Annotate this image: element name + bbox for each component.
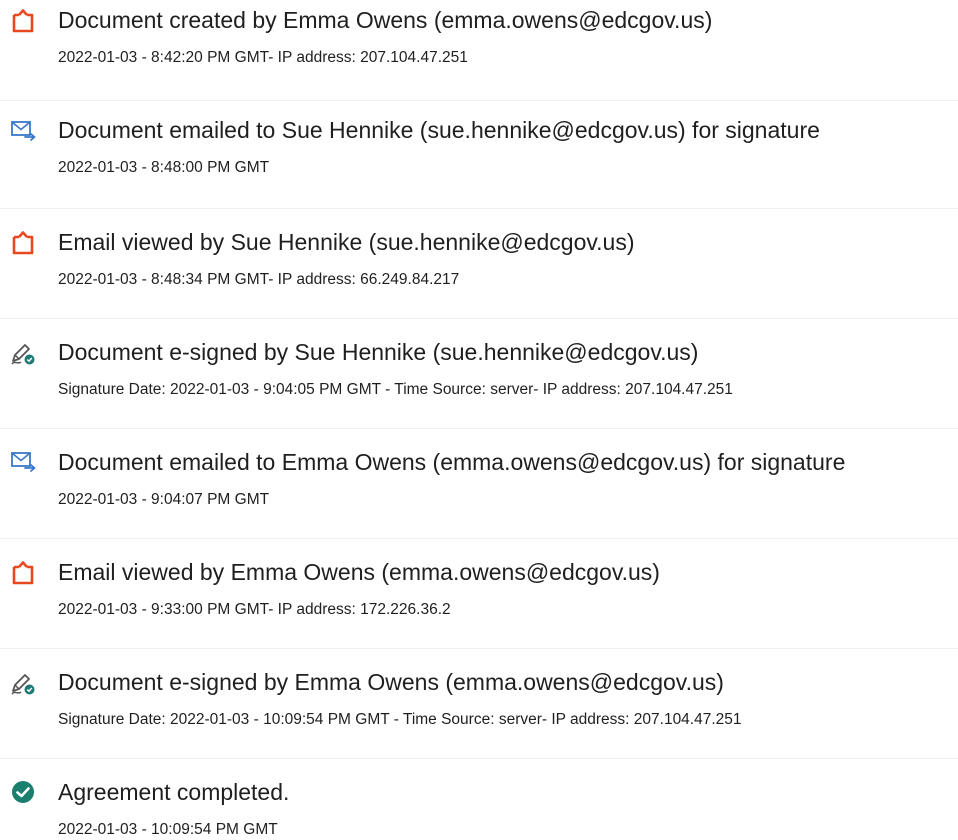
document-viewed-icon (10, 560, 36, 586)
document-viewed-icon (10, 230, 36, 256)
email-sent-icon (10, 117, 36, 143)
event-detail: 2022-01-03 - 8:48:34 PM GMT- IP address:… (58, 271, 460, 288)
event-detail: 2022-01-03 - 8:48:00 PM GMT (58, 159, 270, 176)
document-created-icon (10, 8, 36, 34)
event-detail: Signature Date: 2022-01-03 - 9:04:05 PM … (58, 381, 733, 398)
divider (0, 428, 958, 429)
checkmark-circle-icon (10, 779, 36, 805)
event-detail: 2022-01-03 - 9:33:00 PM GMT- IP address:… (58, 601, 451, 618)
event-title: Document e-signed by Emma Owens (emma.ow… (58, 669, 724, 695)
event-detail: Signature Date: 2022-01-03 - 10:09:54 PM… (58, 711, 742, 728)
event-detail: 2022-01-03 - 10:09:54 PM GMT (58, 821, 278, 838)
event-title: Document e-signed by Sue Hennike (sue.he… (58, 339, 699, 365)
event-detail: 2022-01-03 - 8:42:20 PM GMT- IP address:… (58, 49, 468, 66)
event-title: Email viewed by Emma Owens (emma.owens@e… (58, 559, 660, 585)
event-title: Document created by Emma Owens (emma.owe… (58, 7, 713, 33)
email-sent-icon (10, 448, 36, 474)
divider (0, 648, 958, 649)
event-title: Email viewed by Sue Hennike (sue.hennike… (58, 229, 635, 255)
divider (0, 538, 958, 539)
e-sign-pen-icon (10, 670, 36, 696)
divider (0, 318, 958, 319)
e-sign-pen-icon (10, 340, 36, 366)
divider (0, 758, 958, 759)
event-title: Agreement completed. (58, 779, 290, 805)
event-title: Document emailed to Emma Owens (emma.owe… (58, 449, 846, 475)
event-detail: 2022-01-03 - 9:04:07 PM GMT (58, 491, 270, 508)
divider (0, 100, 958, 101)
event-title: Document emailed to Sue Hennike (sue.hen… (58, 117, 820, 143)
divider (0, 208, 958, 209)
